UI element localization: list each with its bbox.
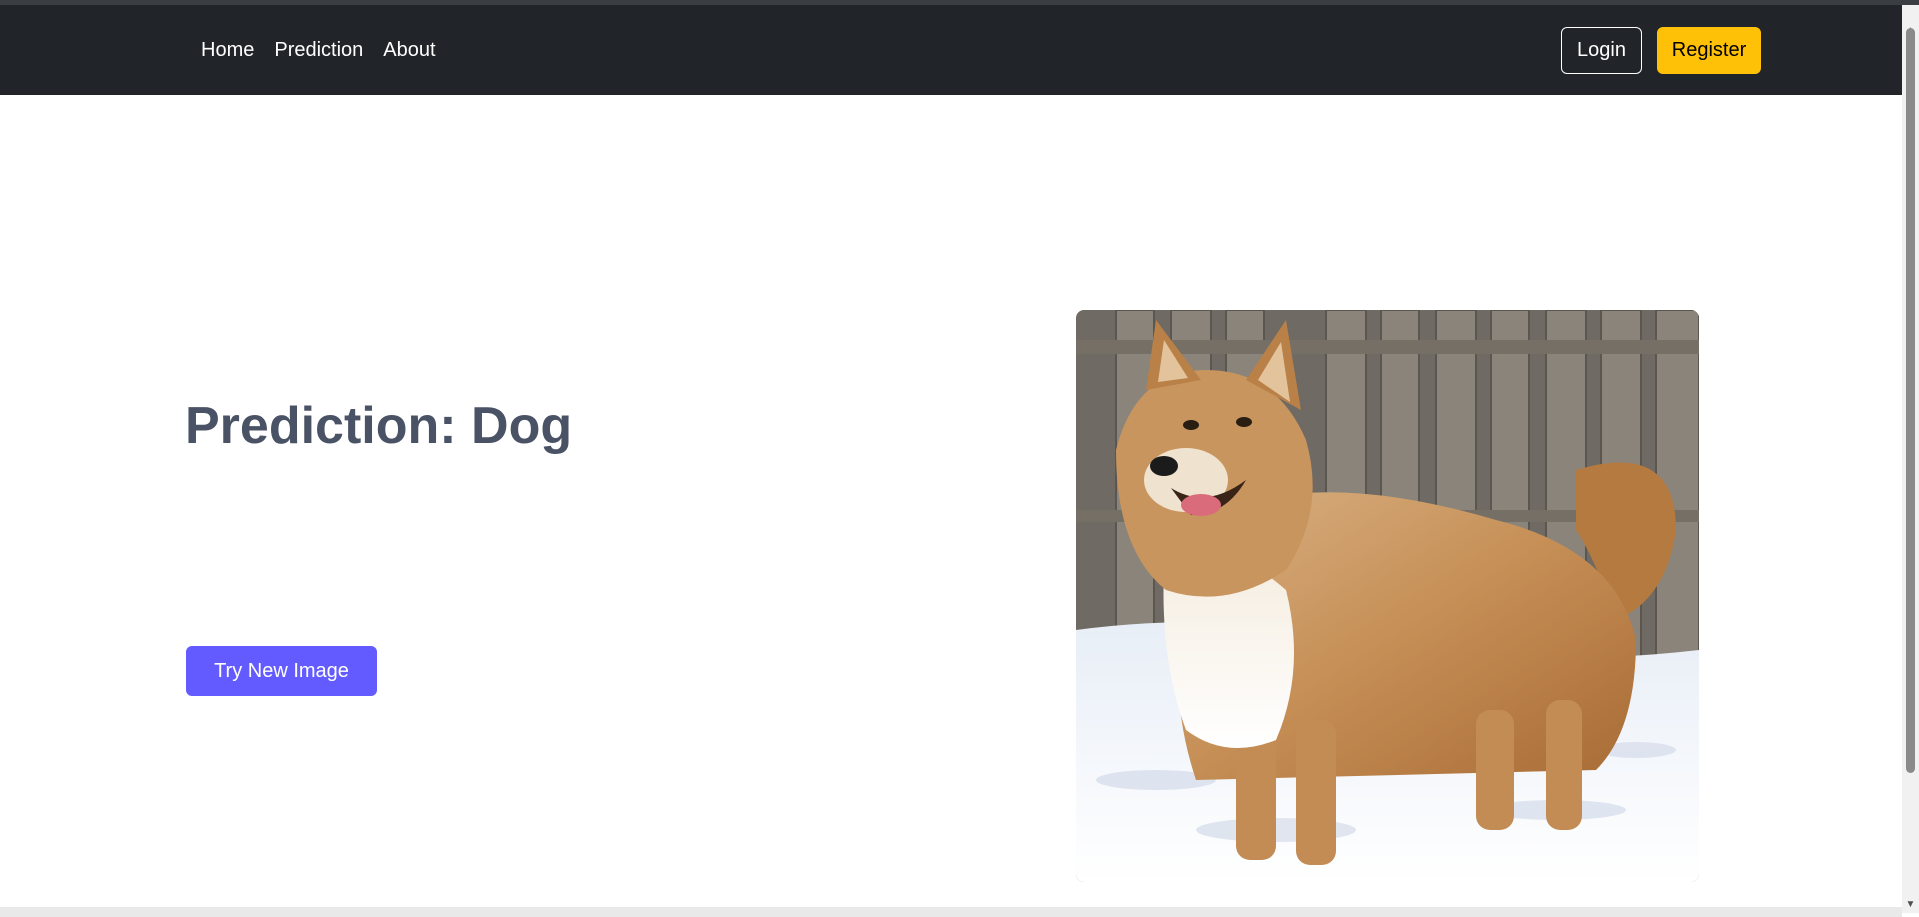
register-button[interactable]: Register: [1657, 27, 1761, 74]
main-content: Prediction: Dog Try New Image: [0, 95, 1902, 907]
window-bottom-strip: [0, 907, 1902, 917]
try-new-image-button[interactable]: Try New Image: [186, 646, 377, 696]
nav-link-prediction[interactable]: Prediction: [274, 40, 363, 60]
nav-links: Home Prediction About: [201, 5, 436, 95]
nav-link-about[interactable]: About: [383, 40, 435, 60]
prediction-result-heading: Prediction: Dog: [185, 397, 573, 455]
vertical-scrollbar[interactable]: ▲ ▼: [1902, 5, 1919, 913]
scrollbar-thumb[interactable]: [1906, 28, 1915, 773]
top-navbar: Home Prediction About Login Register: [0, 5, 1902, 95]
login-button[interactable]: Login: [1561, 27, 1642, 74]
nav-actions: Login Register: [1561, 27, 1761, 74]
nav-link-home[interactable]: Home: [201, 40, 254, 60]
scroll-down-arrow-icon[interactable]: ▼: [1905, 899, 1916, 911]
uploaded-dog-photo: [1076, 310, 1699, 882]
